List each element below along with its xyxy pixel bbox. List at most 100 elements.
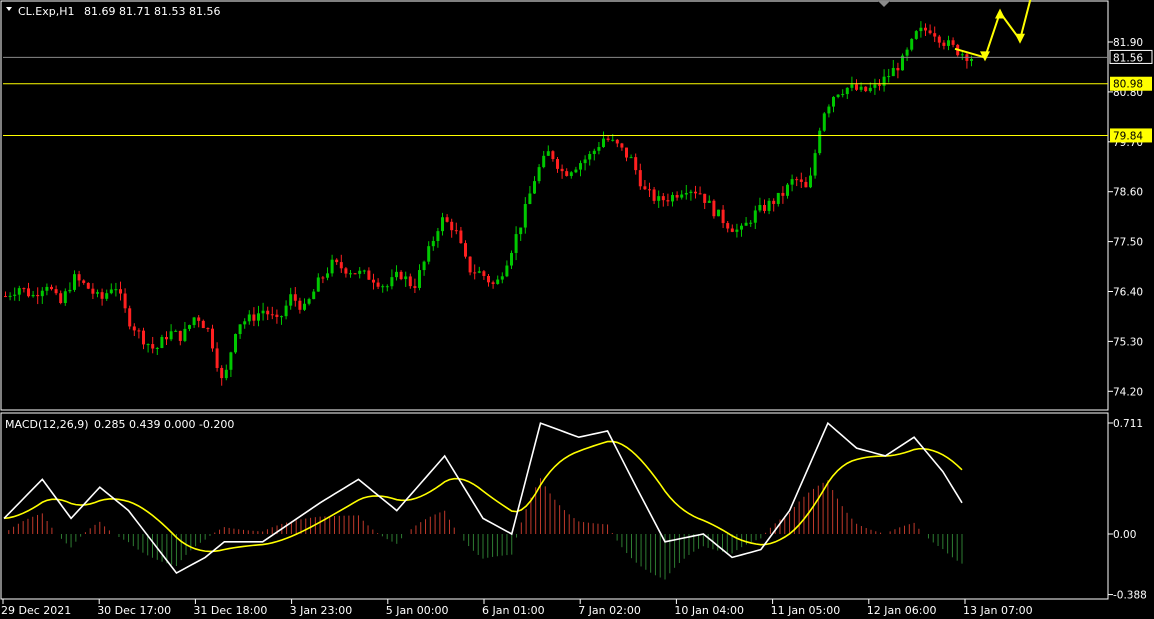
candle-body: [123, 293, 127, 309]
candle-body: [712, 200, 716, 217]
macd-layer: [3, 421, 963, 580]
candle-body: [717, 209, 720, 217]
price-chart: CL.Exp,H1 81.69 81.71 81.53 81.56 MACD(1…: [0, 0, 1153, 617]
candle-body: [303, 303, 306, 310]
time-tick-label: 31 Dec 18:00: [193, 604, 267, 617]
candle-body: [560, 168, 564, 172]
candle-body: [224, 369, 228, 379]
candle-body: [321, 277, 325, 279]
candle-body: [31, 294, 35, 297]
candle-body: [206, 328, 210, 330]
candle-body: [588, 154, 592, 160]
candle-body: [298, 300, 302, 310]
candle-body: [418, 270, 421, 288]
candle-body: [569, 172, 573, 176]
candle-body: [680, 194, 684, 198]
candle-body: [275, 314, 279, 317]
candle-body: [151, 344, 155, 349]
candle-body: [597, 147, 601, 151]
candle-body: [864, 86, 868, 92]
candle-body: [523, 204, 527, 228]
candle-body: [63, 291, 67, 304]
candle-body: [408, 276, 412, 287]
price-tick-label: 75.30: [1113, 336, 1143, 348]
candle-body: [666, 200, 670, 202]
candle-body: [500, 276, 504, 280]
candle-body: [307, 299, 311, 304]
candle-body: [924, 27, 927, 31]
candle-body: [638, 170, 642, 187]
macd-tick-label: -0.388: [1113, 590, 1147, 602]
macd-tick-label: 0.00: [1113, 529, 1136, 541]
candle-body: [574, 169, 578, 173]
candle-body: [781, 192, 785, 196]
time-tick-label: 12 Jan 06:00: [867, 604, 937, 617]
candle-body: [790, 179, 794, 185]
candle-body: [174, 330, 178, 332]
candle-body: [841, 94, 845, 96]
candle-body: [689, 191, 693, 193]
candle-body: [763, 205, 766, 211]
candle-body: [109, 289, 113, 294]
candle-body: [464, 243, 467, 257]
candle-body: [919, 27, 923, 32]
candle-body: [753, 210, 757, 223]
candle-body: [795, 179, 799, 181]
level-price-label: 80.98: [1113, 79, 1143, 91]
candle-body: [960, 54, 964, 56]
candle-body: [937, 36, 941, 43]
candle-body: [735, 229, 739, 232]
candle-body: [188, 325, 191, 329]
candle-body: [220, 367, 224, 379]
macd-label: MACD(12,26,9): [5, 418, 89, 431]
candle-body: [905, 49, 909, 56]
candle-body: [427, 246, 431, 262]
candle-body: [606, 138, 610, 140]
candle-body: [105, 293, 109, 299]
candle-body: [652, 189, 656, 201]
candle-body: [809, 175, 812, 188]
candle-body: [128, 308, 132, 327]
projection-arrowhead: [1015, 33, 1025, 44]
candle-body: [813, 153, 817, 176]
candle-body: [441, 217, 444, 232]
candle-body: [615, 139, 619, 144]
candle-body: [395, 271, 398, 278]
candle-body: [316, 277, 320, 292]
candle-body: [404, 276, 408, 280]
candle-body: [592, 150, 596, 155]
candle-body: [970, 59, 973, 61]
candle-body: [160, 336, 164, 348]
candle-body: [362, 270, 366, 272]
candle-body: [684, 192, 688, 195]
candle-body: [146, 344, 150, 346]
candle-body: [45, 286, 49, 291]
candle-body: [694, 191, 697, 194]
candle-body: [234, 334, 237, 353]
candle-body: [142, 330, 145, 345]
main-panel-border: [0, 0, 1109, 411]
candle-body: [772, 200, 776, 204]
candle-body: [533, 181, 536, 194]
candle-body: [482, 271, 486, 276]
candle-body: [859, 86, 863, 90]
candle-body: [183, 328, 187, 341]
candle-body: [528, 193, 532, 205]
symbol-label: CL.Exp,H1: [18, 5, 75, 18]
candle-body: [565, 171, 569, 176]
candle-body: [358, 270, 362, 274]
candle-body: [36, 294, 40, 297]
candle-body: [537, 167, 541, 182]
collapse-triangle-icon[interactable]: [6, 7, 12, 11]
candle-body: [17, 288, 21, 295]
candle-body: [73, 274, 76, 290]
candle-body: [873, 84, 877, 88]
candle-body: [399, 271, 403, 280]
candle-body: [4, 296, 7, 298]
candle-body: [293, 294, 297, 301]
time-tick-label: 13 Jan 07:00: [963, 604, 1033, 617]
candle-body: [68, 289, 72, 292]
candle-body: [519, 227, 523, 235]
candle-body: [91, 288, 95, 294]
candle-body: [312, 291, 316, 300]
